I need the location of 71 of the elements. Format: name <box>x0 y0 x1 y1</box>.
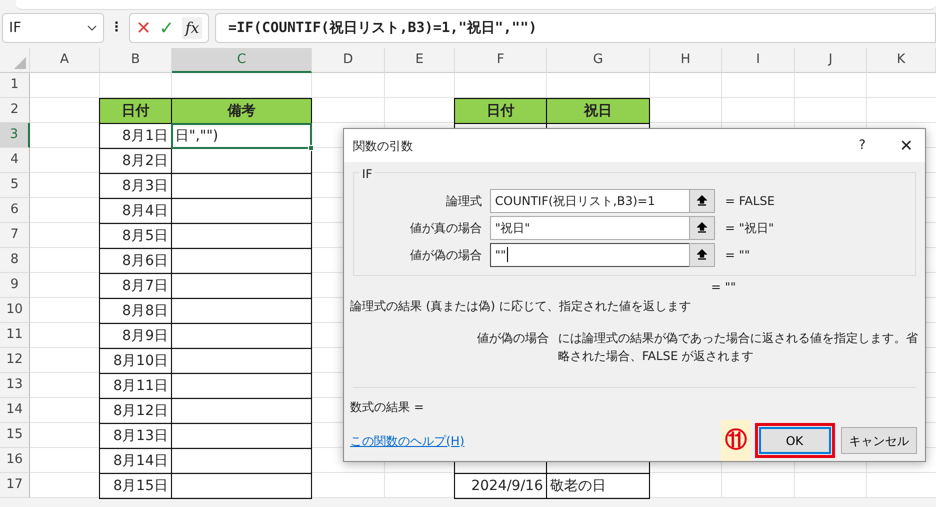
column-header[interactable]: F <box>455 48 547 73</box>
row-header[interactable]: 3 <box>0 123 30 148</box>
table-cell: 8月15日 <box>99 473 172 499</box>
argument-field[interactable]: "祝日" <box>490 216 690 240</box>
collapse-dialog-button[interactable] <box>689 188 715 212</box>
argument-field[interactable]: COUNTIF(祝日リスト,B3)=1 <box>490 188 690 212</box>
formula-result: 数式の結果 = <box>350 399 424 416</box>
corner-triangle-icon <box>14 57 26 69</box>
column-header[interactable]: G <box>547 48 650 73</box>
argument-result: = "" <box>724 246 750 264</box>
help-link[interactable]: この関数のヘルプ(H) <box>350 432 464 450</box>
column-header[interactable]: J <box>795 48 867 73</box>
argument-name: 値が偽の場合 <box>476 330 549 347</box>
column-header[interactable]: I <box>722 48 795 73</box>
help-button[interactable]: ? <box>858 136 866 156</box>
table-cell: 敬老の日 <box>546 473 650 499</box>
header-cell: 日付 <box>99 98 172 124</box>
row-header[interactable]: 10 <box>0 298 30 323</box>
table-cell: 2024/9/16 <box>454 473 547 499</box>
column-header[interactable]: B <box>100 48 172 73</box>
dropdown-icon <box>87 25 97 31</box>
column-header[interactable]: E <box>385 48 455 73</box>
row-header[interactable]: 12 <box>0 348 30 373</box>
row-header[interactable]: 16 <box>0 448 30 473</box>
cancel-button[interactable]: キャンセル <box>841 427 917 454</box>
argument-field[interactable]: "" <box>490 242 690 266</box>
row-header[interactable]: 6 <box>0 198 30 223</box>
argument-result: = "祝日" <box>724 220 774 236</box>
column-header[interactable]: A <box>30 48 100 73</box>
row-header[interactable]: 2 <box>0 98 30 123</box>
step-marker: ⑪ <box>721 420 752 462</box>
up-arrow-icon <box>697 195 707 206</box>
close-button[interactable]: ✕ <box>900 134 913 158</box>
insert-function-button[interactable]: fx <box>182 16 202 40</box>
name-box[interactable]: IF <box>2 13 104 43</box>
argument-label: 値が偽の場合 <box>409 246 483 264</box>
dialog-title: 関数の引数 <box>353 138 413 154</box>
up-arrow-icon <box>697 222 707 233</box>
argument-label: 論理式 <box>445 192 483 210</box>
column-header[interactable]: C <box>172 48 312 73</box>
header-cell: 備考 <box>171 98 312 124</box>
column-header[interactable]: K <box>867 48 936 73</box>
row-header[interactable]: 17 <box>0 473 30 498</box>
row-header[interactable]: 11 <box>0 323 30 348</box>
row-header[interactable]: 15 <box>0 423 30 448</box>
overall-result: = "" <box>711 279 736 296</box>
function-description: 論理式の結果 (真または偽) に応じて、指定された値を返します <box>350 298 691 315</box>
more-options-button[interactable]: ⋮ <box>110 18 123 38</box>
argument-help: には論理式の結果が偽であった場合に返される値を指定します。省略された場合、FALSE が返されます <box>558 330 919 365</box>
header-cell: 祝日 <box>546 98 650 124</box>
row-header[interactable]: 7 <box>0 223 30 248</box>
argument-result: = FALSE <box>724 192 775 210</box>
row-header[interactable]: 13 <box>0 373 30 398</box>
editing-cell[interactable]: 日","") <box>171 123 312 149</box>
row-header[interactable]: 8 <box>0 248 30 273</box>
header-cell: 日付 <box>454 98 547 124</box>
column-header[interactable]: D <box>312 48 385 73</box>
column-header[interactable]: H <box>650 48 722 73</box>
argument-label: 値が真の場合 <box>409 220 483 236</box>
formula-field[interactable]: =IF(COUNTIF(祝日リスト,B3)=1,"祝日","") <box>215 13 936 43</box>
cancel-icon[interactable]: ✕ <box>136 14 152 42</box>
fill-handle[interactable] <box>308 145 314 151</box>
row-header[interactable]: 9 <box>0 273 30 298</box>
row-header[interactable]: 1 <box>0 73 30 98</box>
collapse-dialog-button[interactable] <box>689 242 715 266</box>
row-header[interactable]: 14 <box>0 398 30 423</box>
row-header[interactable]: 5 <box>0 173 30 198</box>
up-arrow-icon <box>697 249 707 260</box>
collapse-dialog-button[interactable] <box>689 216 715 240</box>
row-header[interactable]: 4 <box>0 148 30 173</box>
ok-button[interactable]: OK <box>758 427 830 454</box>
